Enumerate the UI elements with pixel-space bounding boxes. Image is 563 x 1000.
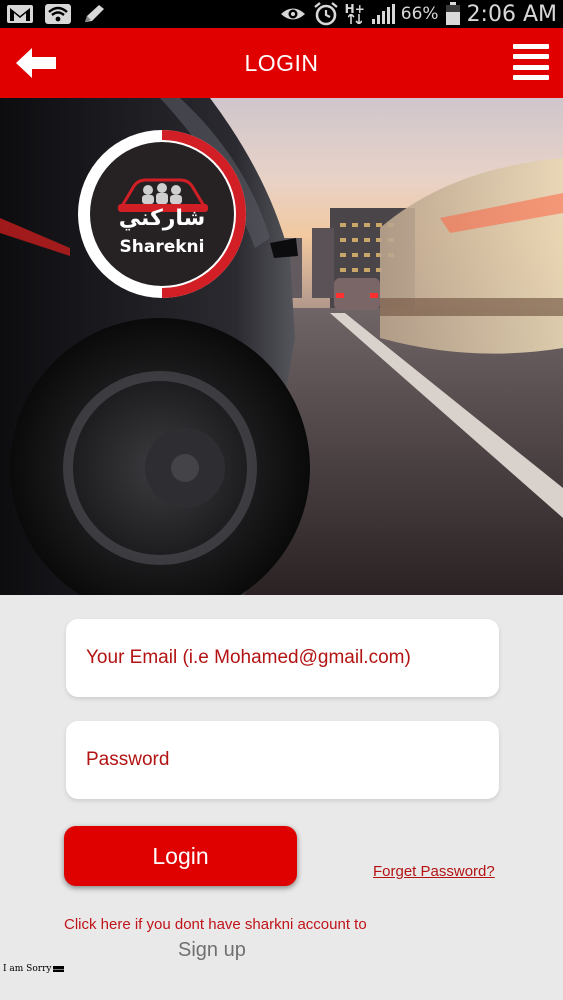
eye-icon [279, 5, 307, 23]
data-type-label: H+ [344, 2, 365, 16]
logo-arabic-text: شاركني [118, 206, 206, 231]
menu-bar [513, 74, 549, 80]
forget-password-link[interactable]: Forget Password? [373, 863, 495, 880]
pencil-icon [82, 3, 108, 25]
clock: 2:06 AM [466, 1, 557, 27]
login-button[interactable]: Login [64, 826, 297, 886]
menu-bar [513, 64, 549, 70]
footer-note: I am Sorry [3, 964, 65, 974]
menu-button[interactable] [513, 44, 549, 80]
battery-icon [445, 2, 461, 26]
hero-image: شاركني Sharekni [0, 98, 563, 595]
signal-icon [371, 3, 395, 25]
alarm-icon [313, 2, 339, 26]
status-bar: H+ 66% 2:06 AM [0, 0, 563, 28]
signup-hint: Click here if you dont have sharkni acco… [64, 916, 367, 933]
email-field[interactable] [66, 619, 499, 697]
page-title: LOGIN [244, 50, 319, 76]
password-field[interactable] [66, 721, 499, 799]
logo-name: Sharekni [119, 237, 205, 257]
hplus-data-icon: H+ [344, 2, 365, 24]
sharekni-logo: شاركني Sharekni [76, 128, 248, 300]
app-header: LOGIN [0, 28, 563, 98]
gmail-icon [6, 4, 34, 24]
menu-bar [513, 54, 549, 60]
wifi-icon [44, 3, 72, 25]
flag-icon [53, 966, 65, 972]
footer-note-text: I am Sorry [3, 964, 52, 974]
menu-bar [513, 44, 549, 49]
battery-percent: 66% [400, 4, 439, 24]
signup-link[interactable]: Sign up [178, 939, 246, 962]
